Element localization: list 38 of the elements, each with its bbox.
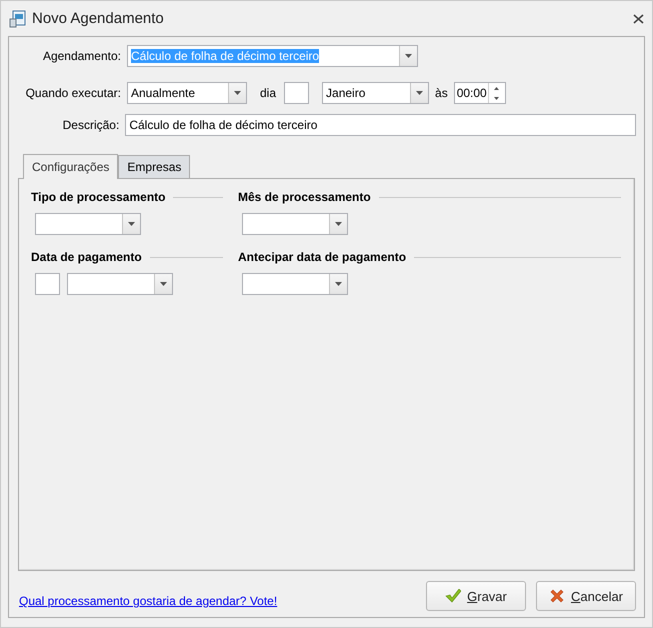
dropdown[interactable]: [242, 273, 348, 295]
field-label: Agendamento:: [42, 49, 121, 63]
up-icon[interactable]: [494, 86, 500, 90]
vote-link[interactable]: Qual processamento gostaria de agendar? Vote!: [19, 594, 416, 608]
save-button[interactable]: Gravar: [426, 581, 526, 612]
document-icon: [9, 10, 26, 28]
field-label: às: [435, 86, 448, 100]
month-dropdown[interactable]: Janeiro: [322, 82, 430, 104]
field-label: Descrição:: [62, 118, 120, 132]
caret-icon: [128, 222, 135, 226]
section-title: Mês de processamento: [238, 190, 371, 204]
caret-icon: [234, 91, 241, 95]
cancel-button[interactable]: Cancelar: [536, 581, 636, 612]
caret-icon: [405, 54, 412, 58]
caret-icon: [335, 222, 342, 226]
tab[interactable]: Configurações: [23, 154, 118, 179]
tab[interactable]: Empresas: [118, 155, 190, 178]
dropdown[interactable]: [242, 213, 348, 235]
time-field[interactable]: 00:00: [454, 82, 506, 104]
check-icon: [445, 589, 462, 604]
window-title: Novo Agendamento: [32, 10, 165, 27]
close-icon[interactable]: [633, 14, 644, 24]
section-title: Antecipar data de pagamento: [238, 250, 406, 264]
cross-icon: [548, 588, 565, 604]
section-title: Tipo de processamento: [31, 190, 166, 204]
day-field[interactable]: [284, 82, 310, 104]
dropdown[interactable]: [35, 213, 141, 235]
description-field[interactable]: Cálculo de folha de décimo terceiro: [125, 114, 636, 136]
down-icon[interactable]: [494, 96, 500, 100]
section-title: Data de pagamento: [31, 250, 142, 264]
dropdown[interactable]: [67, 273, 173, 295]
caret-icon: [335, 282, 342, 286]
field-label: dia: [260, 86, 276, 100]
caret-icon: [416, 91, 424, 95]
caret-icon: [160, 282, 167, 286]
input-field[interactable]: [35, 273, 60, 295]
field-label: Quando executar:: [24, 86, 121, 100]
frequency-dropdown[interactable]: Anualmente: [127, 82, 247, 104]
